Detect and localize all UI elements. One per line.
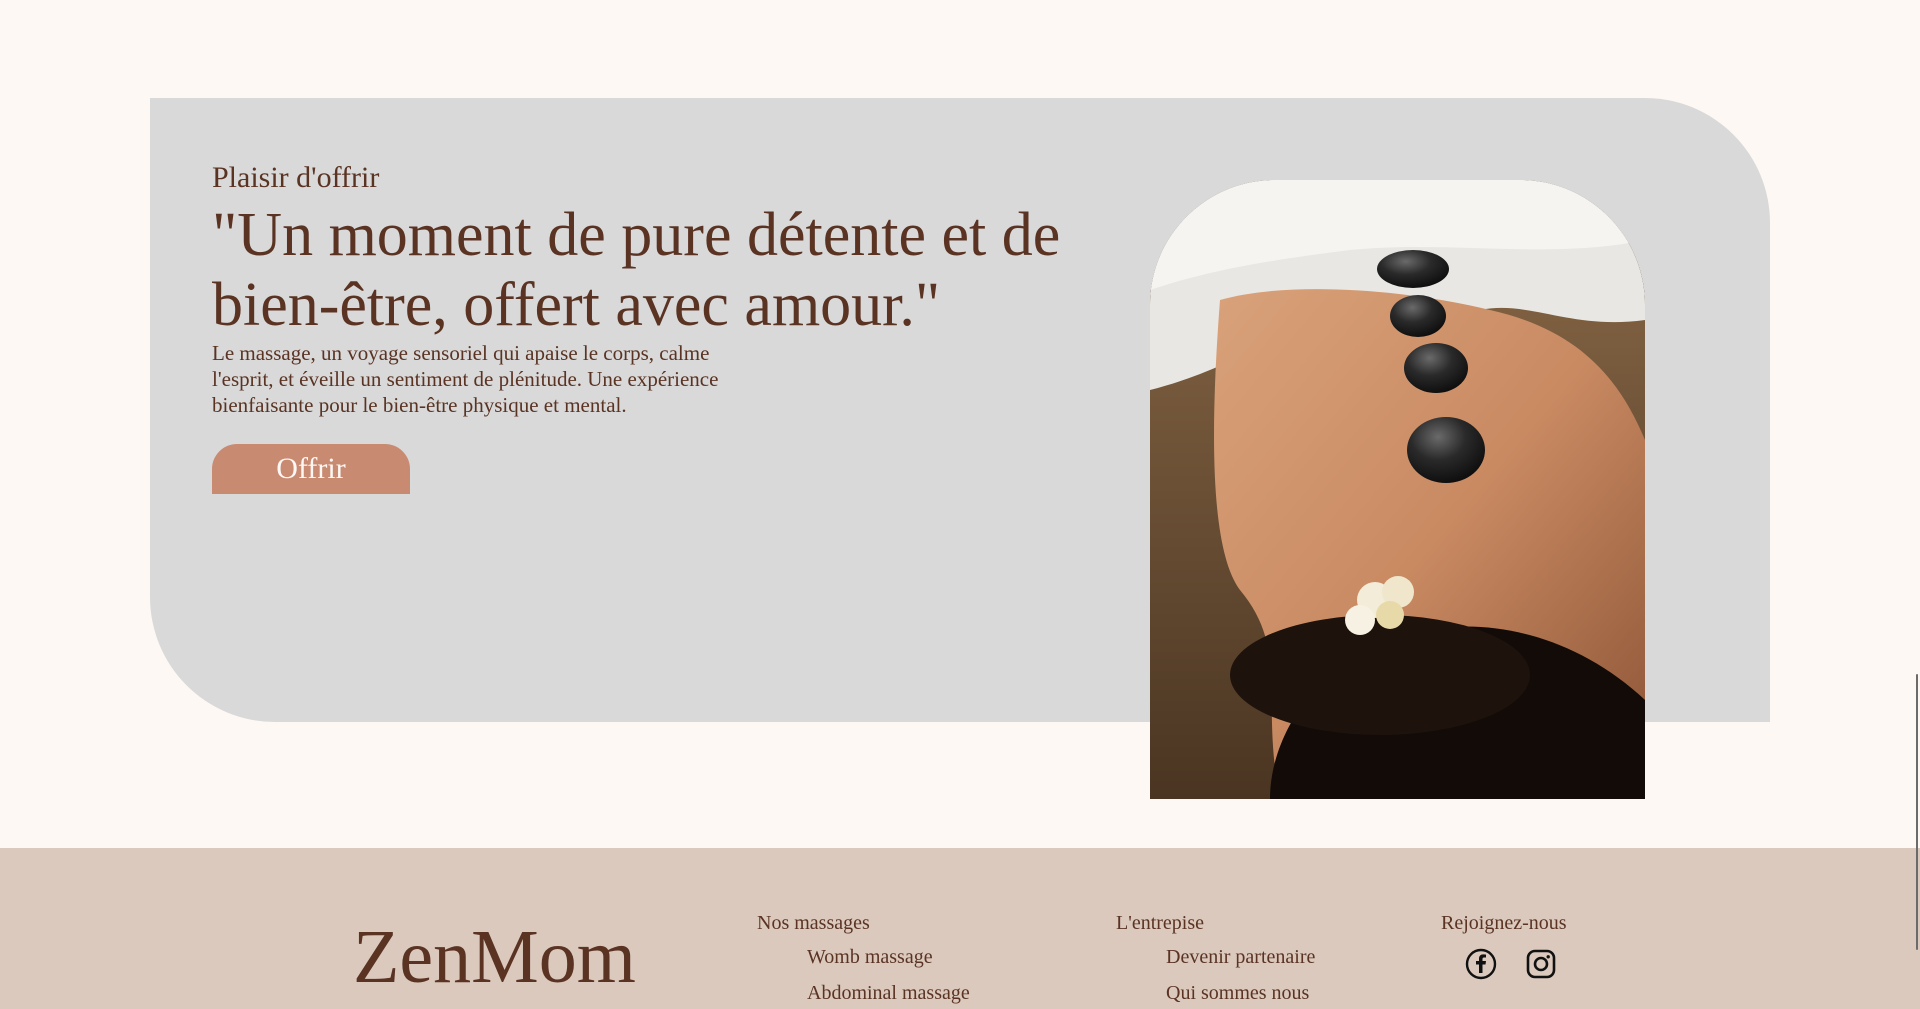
hero-headline-line-2: bien-être, offert avec amour." <box>212 271 941 339</box>
scrollbar-thumb[interactable] <box>1916 674 1918 950</box>
footer-link-qui-sommes-nous[interactable]: Qui sommes nous <box>1166 980 1315 1006</box>
footer-link-devenir-partenaire[interactable]: Devenir partenaire <box>1166 944 1315 970</box>
footer-column-title: L'entrepise <box>1116 912 1205 934</box>
footer-link-abdominal-massage[interactable]: Abdominal massage <box>807 980 970 1006</box>
footer-column-entreprise: L'entrepise Devenir partenaire Qui somme… <box>1116 910 1315 1009</box>
footer-link-womb-massage[interactable]: Womb massage <box>807 944 970 970</box>
page-scrollbar[interactable] <box>1914 0 1920 1009</box>
offer-button[interactable]: Offrir <box>212 444 410 494</box>
footer-social-title: Rejoignez-nous <box>1441 912 1567 934</box>
hero-description: Le massage, un voyage sensoriel qui apai… <box>212 341 719 417</box>
footer-column-social: Rejoignez-nous <box>1441 910 1567 980</box>
instagram-icon[interactable] <box>1525 948 1557 980</box>
social-icons <box>1441 948 1567 980</box>
page: Plaisir d'offrir "Un moment de pure déte… <box>0 0 1920 1009</box>
hero-eyebrow: Plaisir d'offrir <box>212 161 380 194</box>
hero-image-massage-stones <box>1150 180 1645 799</box>
hero-headline-line-1: "Un moment de pure détente et de <box>212 201 1061 269</box>
hero-text-block: Plaisir d'offrir "Un moment de pure déte… <box>212 160 1092 494</box>
footer-brand-logo[interactable]: ZenMom <box>353 912 636 1002</box>
footer-column-massages: Nos massages Womb massage Abdominal mass… <box>757 910 970 1009</box>
facebook-icon[interactable] <box>1465 948 1497 980</box>
footer-column-title: Nos massages <box>757 912 870 934</box>
hero-headline: "Un moment de pure détente et de bien-êt… <box>212 200 1092 340</box>
